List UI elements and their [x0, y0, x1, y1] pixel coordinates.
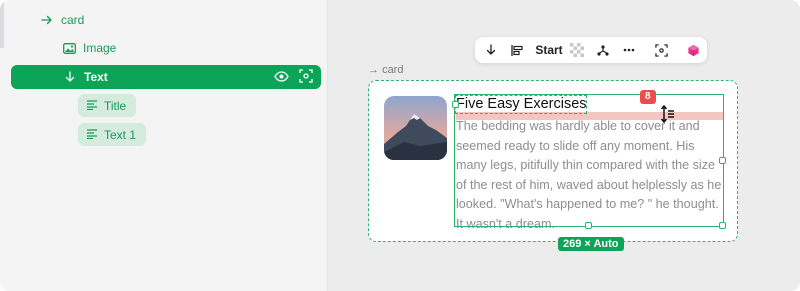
eye-icon[interactable]	[274, 69, 289, 87]
resize-handle-bottom[interactable]	[585, 222, 592, 229]
checker-icon[interactable]	[567, 40, 587, 60]
resize-handle-top-left[interactable]	[452, 101, 459, 108]
fork-icon[interactable]	[593, 40, 613, 60]
layers-panel: card Image Text Title Text 1	[0, 0, 328, 291]
design-canvas[interactable]: Start → card Five Easy Exercises The bed…	[328, 0, 800, 291]
cube-icon[interactable]	[683, 40, 703, 60]
text-lines-icon	[86, 99, 98, 113]
align-left-button[interactable]	[507, 40, 527, 60]
layer-card[interactable]: card	[40, 8, 84, 32]
floating-toolbar: Start	[475, 37, 707, 63]
focus-icon[interactable]	[651, 40, 671, 60]
image-icon	[62, 41, 76, 55]
focus-icon[interactable]	[299, 69, 313, 87]
layer-text-1[interactable]: Text 1	[78, 123, 147, 146]
layer-image-label: Image	[83, 41, 117, 55]
layer-card-label: card	[61, 13, 85, 27]
spacing-value-badge: 8	[640, 90, 656, 104]
layer-text-label: Text	[84, 70, 108, 84]
resize-handle-right[interactable]	[719, 157, 726, 164]
mountain-image[interactable]	[384, 96, 447, 160]
layer-title-label: Title	[104, 98, 127, 113]
text-lines-icon	[86, 128, 98, 142]
layer-image[interactable]: Image	[62, 36, 116, 60]
resize-handle-bottom-right[interactable]	[719, 222, 726, 229]
layer-title[interactable]: Title	[78, 94, 137, 117]
size-badge: 269 × Auto	[558, 237, 624, 251]
layer-text-selected[interactable]: Text	[11, 65, 321, 89]
alignment-start-button[interactable]: Start	[535, 40, 562, 60]
direction-down-button[interactable]	[481, 40, 501, 60]
layer-text-1-label: Text 1	[104, 127, 137, 142]
card-frame-label: → card	[368, 64, 404, 76]
card-frame[interactable]: Five Easy Exercises The bedding was hard…	[368, 80, 738, 242]
resize-cursor-icon	[660, 104, 676, 126]
panel-edge	[0, 0, 4, 48]
arrow-right-icon	[40, 13, 54, 27]
card-frame-name: card	[382, 64, 404, 76]
arrow-down-icon	[63, 70, 77, 84]
app-frame: card Image Text Title Text 1 Start → car…	[0, 0, 800, 291]
more-icon[interactable]	[619, 40, 639, 60]
text-selection-box	[454, 94, 724, 227]
